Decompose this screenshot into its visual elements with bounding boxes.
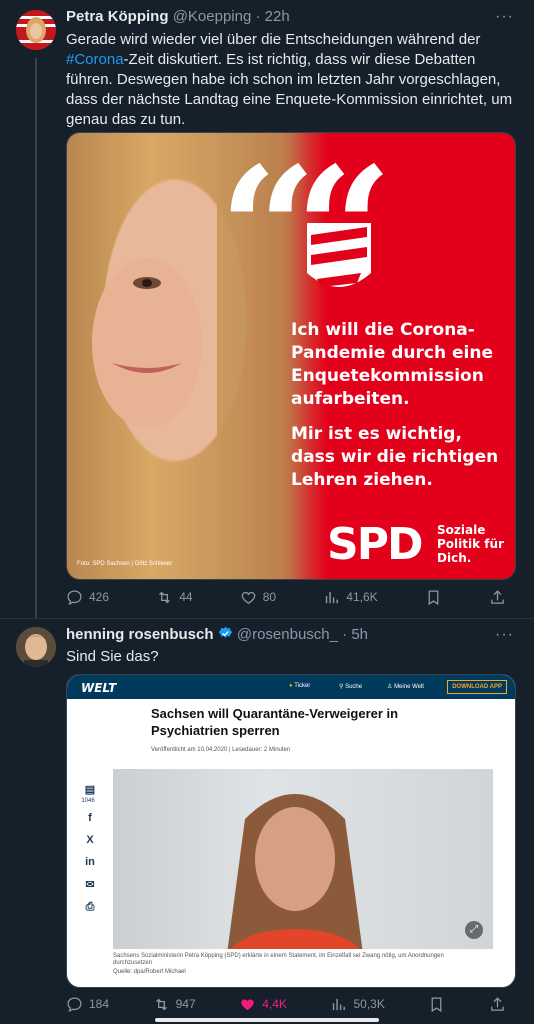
tweet-divider: [0, 618, 534, 619]
saxony-coat-of-arms-icon: [307, 223, 371, 287]
ticker-label: Ticker: [294, 683, 311, 689]
tweet1-header: Petra Köpping @Koepping · 22h: [66, 8, 290, 25]
verified-badge-icon: [218, 626, 233, 638]
facebook-icon: f: [88, 812, 92, 824]
views-icon: [333, 998, 346, 1010]
views-button[interactable]: 50,3K: [330, 994, 385, 1014]
caption-text: Sachsens Sozialministerin Petra Köpping …: [113, 953, 444, 966]
photo-caption: Sachsens Sozialministerin Petra Köpping …: [113, 953, 453, 976]
bookmark-button[interactable]: [428, 994, 445, 1014]
share-button[interactable]: [489, 587, 506, 607]
share-sidebar: ▤ 1046 f X in ✉ ⎙: [81, 783, 97, 924]
retweet-icon: [155, 998, 167, 1010]
views-button[interactable]: 41,6K: [323, 587, 378, 607]
like-button[interactable]: 80: [240, 587, 276, 607]
retweet-button[interactable]: 44: [156, 587, 193, 607]
article-headline: Sachsen will Quarantäne-Verweigerer in P…: [151, 706, 399, 738]
reply-icon: [67, 996, 82, 1012]
tweet1-text: Gerade wird wieder viel über die Entsche…: [66, 30, 516, 130]
quote-text-1: Ich will die Corona-Pandemie durch eine …: [291, 320, 494, 409]
reply-button[interactable]: 426: [66, 587, 109, 607]
tweet2-author-handle[interactable]: @rosenbusch_: [237, 626, 338, 643]
comment-count: 1046: [81, 798, 95, 804]
tweet1-timestamp[interactable]: 22h: [265, 8, 290, 25]
tweet1-author-handle[interactable]: @Koepping: [173, 8, 252, 25]
tweet1-actions: 426 44 80 41,6K: [66, 587, 506, 607]
views-count: 50,3K: [353, 997, 385, 1011]
expand-icon: ⤢: [465, 921, 483, 939]
bookmark-button[interactable]: [425, 587, 442, 607]
x-icon: X: [86, 834, 94, 846]
share-icon: [491, 589, 504, 604]
print-icon: ⎙: [85, 901, 95, 913]
caption-source: Quelle: dpa/Robert Michael: [113, 969, 186, 975]
reply-button[interactable]: 184: [66, 994, 109, 1014]
share-button[interactable]: [489, 994, 506, 1014]
linkedin-icon: in: [85, 856, 95, 868]
quote-text-2: Mir ist es wichtig, dass wir die richtig…: [291, 424, 499, 490]
tweet2-actions: 184 947 4,4K 50,3K: [66, 994, 506, 1014]
user-icon: ♙: [387, 684, 393, 690]
welt-header: WELT ● Ticker ⚲ Suche ♙ Meine Welt DOWNL…: [67, 675, 515, 699]
reply-count: 184: [89, 997, 110, 1011]
ticker-link: ● Ticker: [289, 683, 311, 689]
reply-count: 426: [89, 590, 110, 604]
portrait-face: [92, 258, 202, 428]
retweet-button[interactable]: 947: [153, 994, 196, 1014]
bookmark-icon: [428, 589, 439, 605]
article-meta: Veröffentlicht am 10.04.2020 | Lesedauer…: [151, 747, 291, 753]
like-button[interactable]: 4,4K: [239, 994, 287, 1014]
search-link: ⚲ Suche: [339, 683, 362, 690]
search-icon: ⚲: [339, 684, 344, 690]
tweet1-image[interactable]: “ “ Ich will die Corona-Pandemie durch e…: [66, 132, 516, 580]
welt-logo: WELT: [81, 681, 117, 695]
tweet2-more-icon[interactable]: ···: [495, 626, 514, 644]
tweet2-image[interactable]: WELT ● Ticker ⚲ Suche ♙ Meine Welt DOWNL…: [66, 674, 516, 988]
like-count: 4,4K: [262, 997, 287, 1011]
views-count: 41,6K: [346, 590, 378, 604]
tweet1-text-before: Gerade wird wieder viel über die Entsche…: [66, 31, 481, 48]
heart-icon: [241, 591, 256, 604]
home-indicator: [155, 1018, 379, 1022]
tweet2-author-name[interactable]: henning rosenbusch: [66, 626, 214, 643]
hashtag-corona[interactable]: #Corona: [66, 51, 124, 68]
spd-slogan: Soziale Politik für Dich.: [437, 523, 504, 565]
quote-text: Ich will die Corona-Pandemie durch eine …: [291, 319, 501, 504]
comment-icon: ▤: [84, 784, 96, 796]
tweet2-header: henning rosenbusch @rosenbusch_ · 5h: [66, 626, 369, 643]
retweet-icon: [159, 591, 171, 603]
download-app-button: DOWNLOAD APP: [447, 680, 507, 694]
thread-line: [35, 58, 37, 618]
photo-credit: Foto: SPD Sachsen | Götz Schleser: [77, 561, 173, 567]
search-label: Suche: [345, 684, 363, 690]
spd-logo: SPD: [327, 519, 423, 570]
tweet2-timestamp[interactable]: 5h: [351, 626, 368, 643]
retweet-count: 947: [175, 997, 196, 1011]
avatar-petra-koepping[interactable]: [16, 10, 56, 50]
views-icon: [326, 591, 339, 603]
account-label: Meine Welt: [394, 684, 424, 690]
tweet1-text-after: -Zeit diskutiert. Es ist richtig, dass w…: [66, 51, 513, 128]
tweet1-more-icon[interactable]: ···: [495, 8, 514, 26]
avatar-henning-rosenbusch[interactable]: [16, 627, 56, 667]
account-link: ♙ Meine Welt: [387, 683, 424, 690]
like-count: 80: [262, 590, 277, 604]
tweet1-author-name[interactable]: Petra Köpping: [66, 8, 169, 25]
article-photo-person: [227, 794, 363, 949]
retweet-count: 44: [179, 590, 193, 604]
tweet2-text: Sind Sie das?: [66, 648, 159, 665]
email-icon: ✉: [85, 879, 95, 891]
reply-icon: [67, 589, 82, 605]
heart-filled-icon: [241, 999, 254, 1010]
article-photo: ⤢: [113, 769, 493, 949]
bookmark-icon: [432, 996, 442, 1012]
share-icon: [491, 996, 504, 1011]
